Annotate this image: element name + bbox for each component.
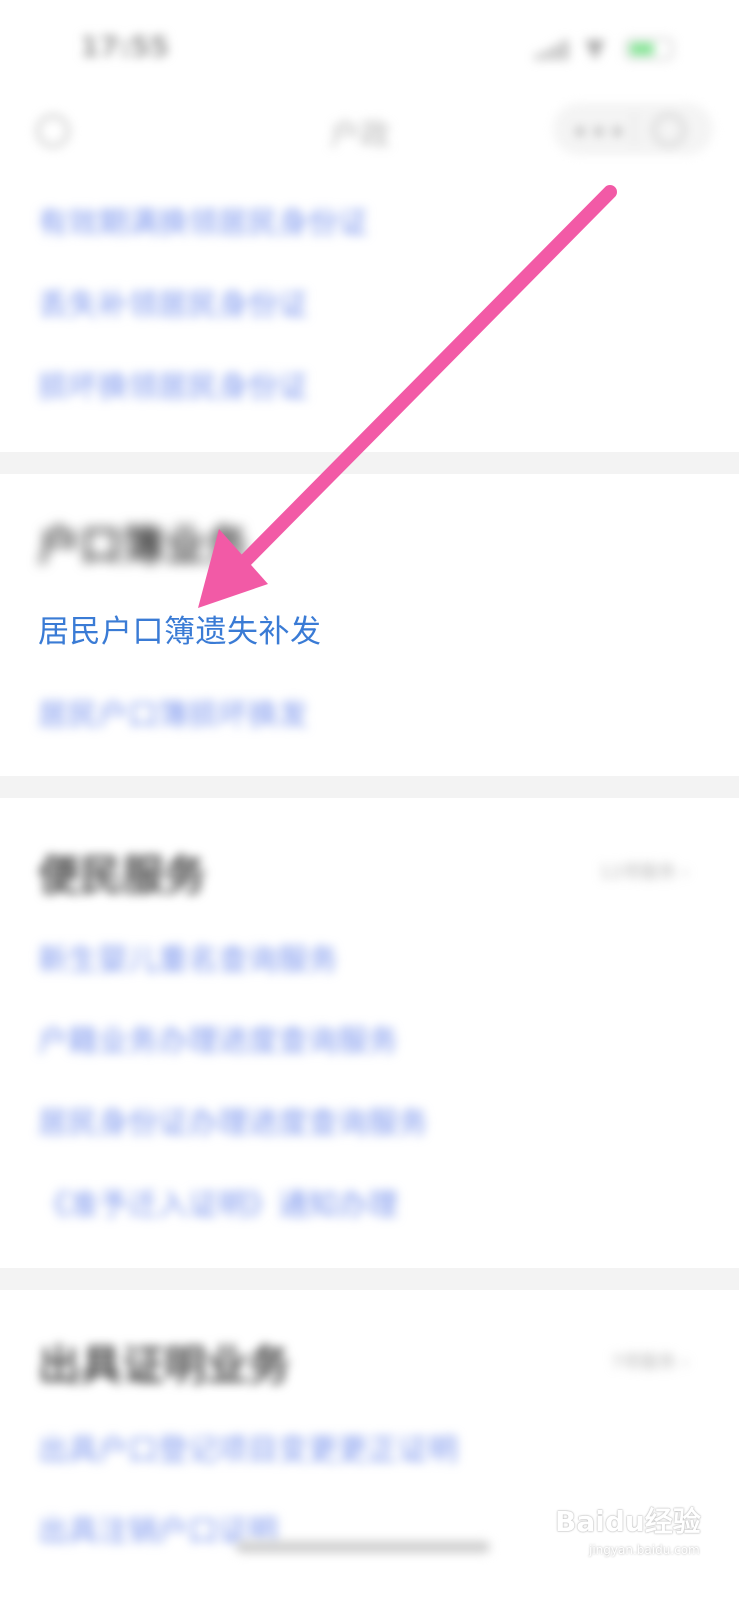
baidu-watermark: Baidu经验	[555, 1505, 701, 1538]
annotation-arrow-icon	[198, 185, 617, 608]
baidu-watermark-url: jingyan.baidu.com	[589, 1543, 700, 1557]
home-indicator	[236, 1541, 490, 1553]
arrow-shaft	[237, 185, 617, 569]
